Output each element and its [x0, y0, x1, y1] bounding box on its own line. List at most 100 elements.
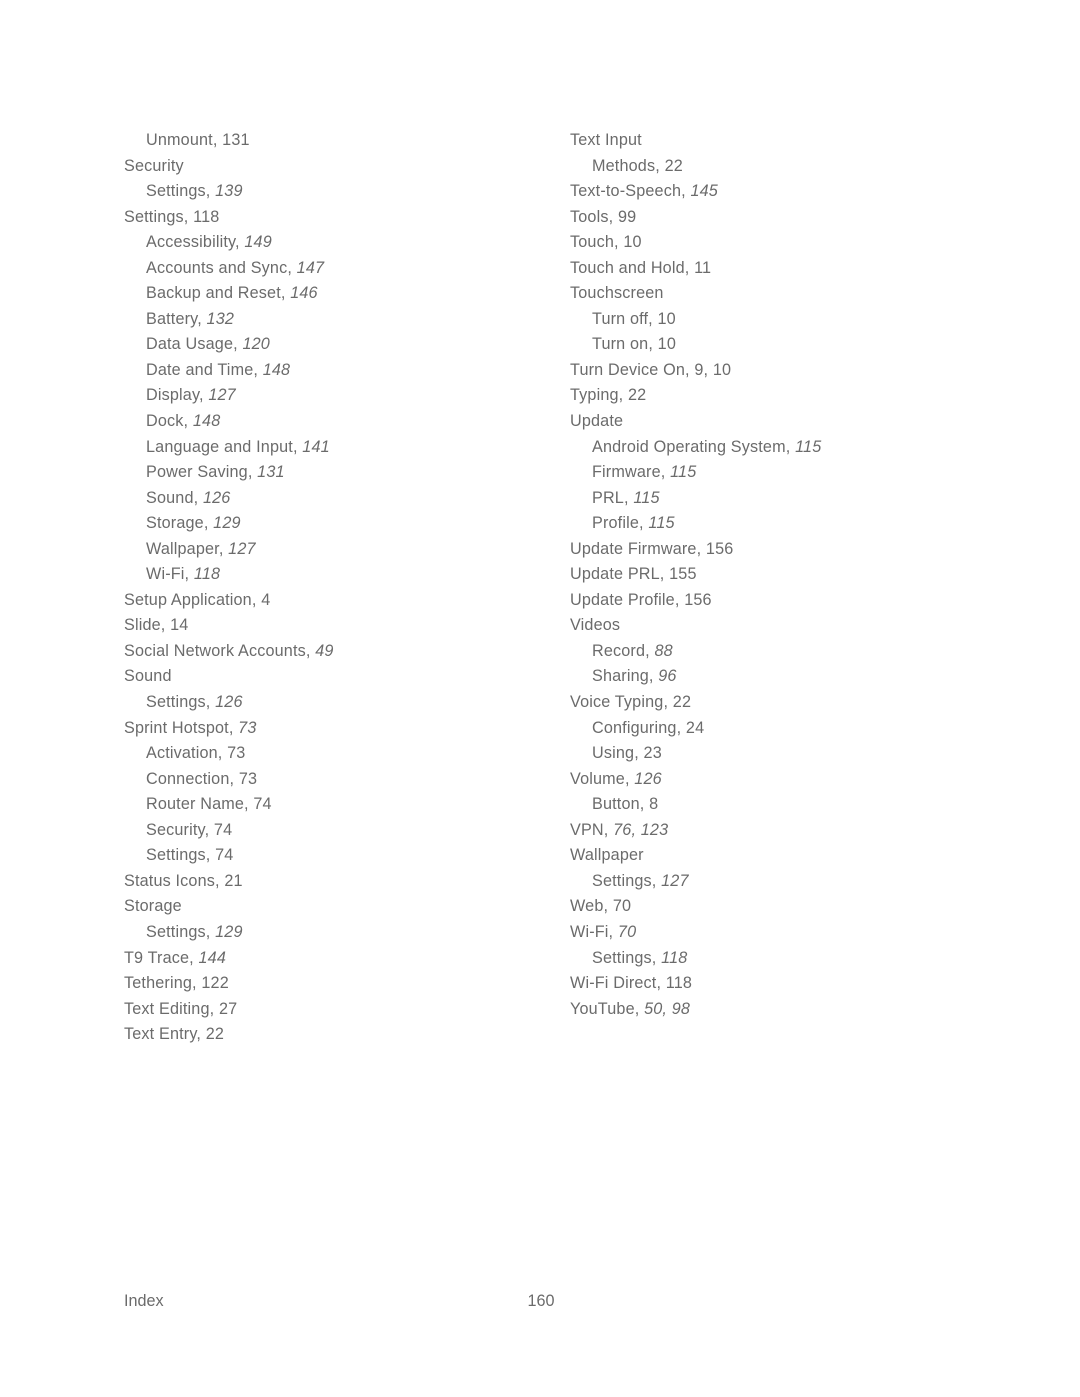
index-entry-locator: 148 — [192, 412, 221, 431]
index-entry-term: Methods, — [592, 156, 660, 175]
index-entry-term: Social Network Accounts, — [124, 641, 311, 660]
index-entry-term: VPN, — [570, 820, 609, 839]
index-entry-term: YouTube, — [570, 999, 640, 1018]
index-entry-locator: 4 — [261, 590, 271, 609]
index-entry-locator: 10 — [657, 309, 676, 328]
index-entry: Wi-Fi Direct, 118 — [570, 971, 1040, 997]
index-entry-term: Wallpaper — [570, 846, 644, 865]
index-entry: Slide, 14 — [124, 613, 554, 639]
index-entry-term: Activation, — [146, 744, 223, 763]
index-entry-locator: 141 — [302, 437, 330, 456]
index-entry-term: Update — [570, 412, 624, 431]
index-entry-term: Videos — [570, 616, 621, 635]
index-entry: Turn on, 10 — [570, 332, 1040, 358]
index-entry-locator: 126 — [215, 693, 243, 712]
index-entry-term: Update Profile, — [570, 590, 680, 609]
index-entry-locator: 115 — [648, 514, 675, 533]
index-entry-term: Turn off, — [592, 309, 653, 328]
index-entry: Connection, 73 — [124, 767, 554, 793]
index-entry: Social Network Accounts, 49 — [124, 639, 554, 665]
index-entry: Update PRL, 155 — [570, 562, 1040, 588]
index-entry-term: Connection, — [146, 769, 235, 788]
index-entry: Settings, 127 — [570, 869, 1040, 895]
index-entry-term: Wi-Fi, — [146, 565, 190, 584]
index-entry: Router Name, 74 — [124, 792, 554, 818]
index-entry-locator: 145 — [690, 182, 718, 201]
index-entry-term: Settings, — [124, 207, 189, 226]
index-entry-term: Sound, — [146, 488, 199, 507]
index-entry: Android Operating System, 115 — [570, 435, 1040, 461]
index-entry-term: Accounts and Sync, — [146, 258, 292, 277]
index-entry-term: Power Saving, — [146, 463, 253, 482]
index-entry: Web, 70 — [570, 894, 1040, 920]
index-entry-term: Router Name, — [146, 795, 249, 814]
index-entry: Battery, 132 — [124, 307, 554, 333]
index-entry-locator: 22 — [205, 1025, 225, 1044]
index-entry-locator: 118 — [661, 948, 688, 967]
index-entry-locator: 156 — [684, 590, 712, 609]
index-entry-term: Settings, — [592, 871, 657, 890]
index-entry: Touch, 10 — [570, 230, 1040, 256]
index-entry: Sprint Hotspot, 73 — [124, 716, 554, 742]
index-entry: VPN, 76, 123 — [570, 818, 1040, 844]
index-entry: Touch and Hold, 11 — [570, 256, 1040, 282]
index-entry: Settings, 118 — [124, 205, 554, 231]
index-entry: Update Profile, 156 — [570, 588, 1040, 614]
index-entry-locator: 149 — [244, 233, 272, 252]
index-entry: Record, 88 — [570, 639, 1040, 665]
index-entry-locator: 122 — [201, 974, 229, 993]
index-entry-term: Turn on, — [592, 335, 653, 354]
index-entry: Tethering, 122 — [124, 971, 554, 997]
index-entry-term: Settings, — [146, 922, 211, 941]
index-columns: Unmount, 131 Security Settings, 139 Setting… — [0, 128, 1080, 1048]
index-entry: Settings, 129 — [124, 920, 554, 946]
index-entry: Firmware, 115 — [570, 460, 1040, 486]
index-entry-term: Security — [124, 156, 184, 175]
index-entry: Profile, 115 — [570, 511, 1040, 537]
index-entry-term: Text-to-Speech, — [570, 182, 686, 201]
index-entry: Storage — [124, 894, 554, 920]
index-entry: Setup Application, 4 — [124, 588, 554, 614]
index-entry-term: Text Entry, — [124, 1025, 202, 1044]
index-entry-locator: 23 — [643, 744, 662, 763]
index-entry: Date and Time, 148 — [124, 358, 554, 384]
index-entry: Text Editing, 27 — [124, 997, 554, 1023]
index-entry-term: Text Editing, — [124, 999, 215, 1018]
index-entry-locator: 9, 10 — [694, 360, 732, 379]
index-entry-locator: 115 — [795, 437, 822, 456]
index-entry-term: Accessibility, — [146, 233, 240, 252]
index-entry-locator: 115 — [633, 488, 660, 507]
index-entry-locator: 73 — [227, 744, 246, 763]
index-entry-locator: 22 — [628, 386, 647, 405]
index-entry: Text-to-Speech, 145 — [570, 179, 1040, 205]
index-entry-locator: 14 — [170, 616, 189, 635]
index-entry-term: Profile, — [592, 514, 644, 533]
index-entry-locator: 148 — [262, 360, 291, 379]
index-entry-locator: 74 — [213, 820, 233, 839]
index-entry-locator: 147 — [296, 258, 325, 277]
index-entry-locator: 50, 98 — [644, 999, 691, 1018]
index-entry-term: Firmware, — [592, 463, 666, 482]
index-entry-locator: 127 — [661, 871, 689, 890]
index-entry: Methods, 22 — [570, 154, 1040, 180]
index-entry-term: Touch, — [570, 233, 619, 252]
index-entry: Turn Device On, 9, 10 — [570, 358, 1040, 384]
index-entry: Text Entry, 22 — [124, 1022, 554, 1048]
index-entry-locator: 129 — [213, 514, 241, 533]
index-entry-term: Volume, — [570, 769, 630, 788]
index-entry-locator: 74 — [215, 846, 234, 865]
index-entry-term: Typing, — [570, 386, 624, 405]
index-entry: Wallpaper — [570, 843, 1040, 869]
index-entry-locator: 155 — [669, 565, 697, 584]
index-entry-locator: 24 — [685, 718, 705, 737]
index-entry: Settings, 74 — [124, 843, 554, 869]
page-footer: Index 160 — [0, 1289, 1080, 1315]
index-entry-locator: 126 — [634, 769, 662, 788]
index-entry-locator: 22 — [672, 693, 692, 712]
index-entry-term: Slide, — [124, 616, 166, 635]
index-column-right: Text Input Methods, 22 Text-to-Speech, 145… — [570, 128, 1040, 1048]
index-entry: Status Icons, 21 — [124, 869, 554, 895]
index-entry-term: Language and Input, — [146, 437, 298, 456]
index-entry-locator: 156 — [705, 539, 734, 558]
index-entry: Wallpaper, 127 — [124, 537, 554, 563]
